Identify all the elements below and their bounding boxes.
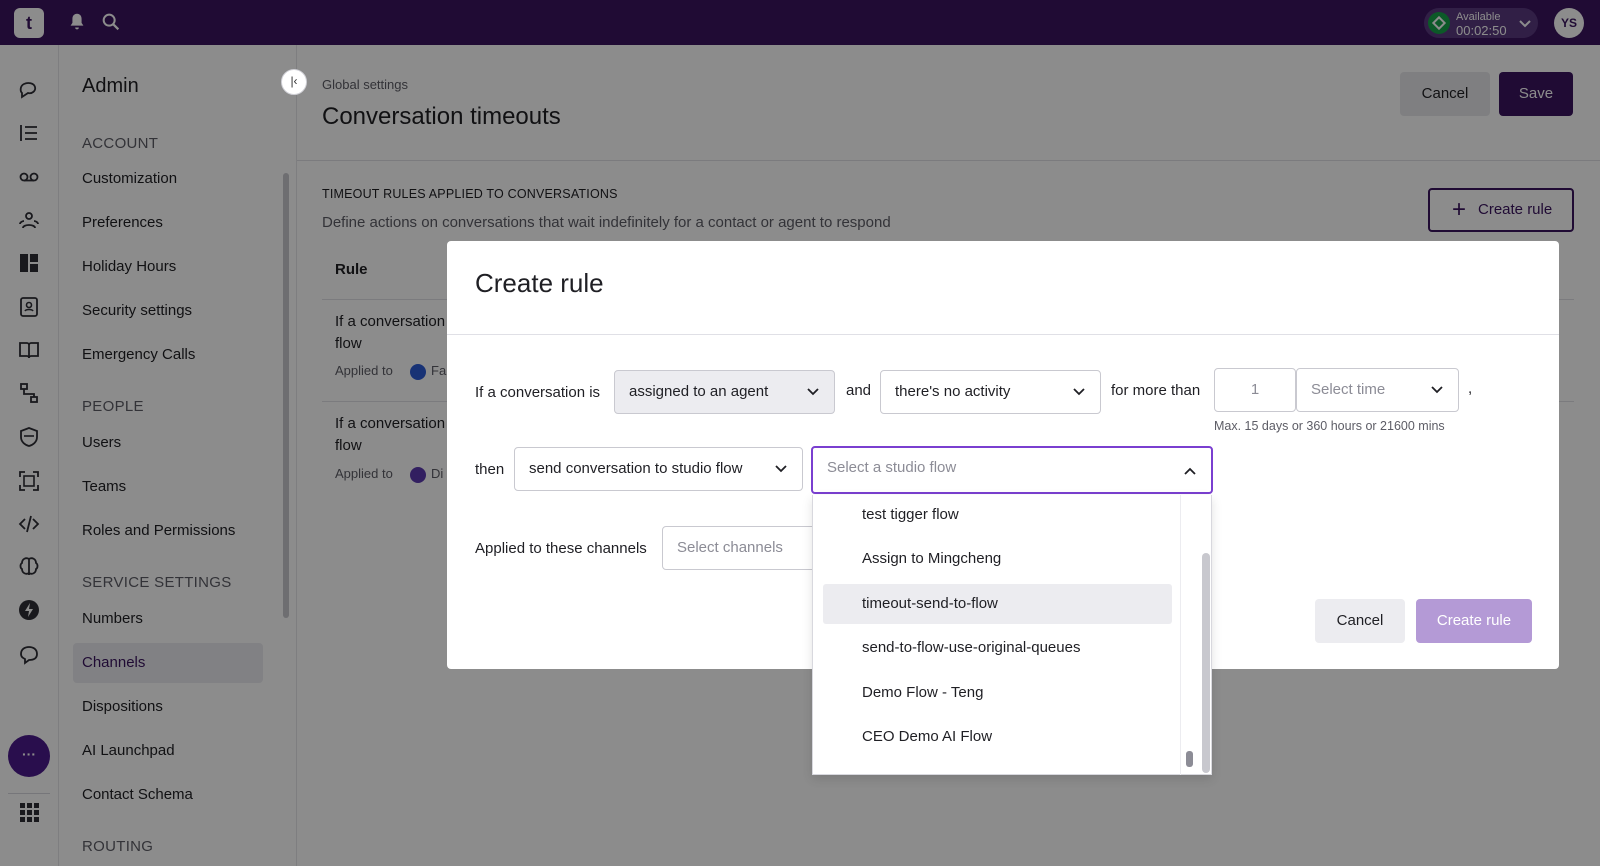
for-more-than-label: for more than bbox=[1111, 382, 1201, 399]
comma: , bbox=[1468, 380, 1473, 397]
if-conversation-label: If a conversation is bbox=[475, 384, 601, 401]
time-unit-select[interactable]: Select time bbox=[1296, 368, 1459, 412]
activity-value: there's no activity bbox=[895, 383, 1011, 400]
duration-placeholder: 1 bbox=[1250, 381, 1260, 398]
chevron-down-icon bbox=[1073, 388, 1085, 396]
modal-title: Create rule bbox=[475, 268, 604, 298]
and-label: and bbox=[846, 382, 872, 399]
studio-flow-dropdown: test tigger flow Assign to Mingcheng tim… bbox=[812, 495, 1212, 775]
chevron-down-icon bbox=[807, 388, 819, 396]
activity-select[interactable]: there's no activity bbox=[880, 370, 1101, 414]
studio-flow-placeholder: Select a studio flow bbox=[827, 459, 957, 476]
flow-option[interactable]: CEO Demo AI Flow bbox=[823, 717, 1172, 757]
dropdown-inner-scrollbar[interactable] bbox=[1186, 751, 1193, 767]
channels-label: Applied to these channels bbox=[475, 540, 647, 557]
modal-create-rule-button[interactable]: Create rule bbox=[1416, 599, 1532, 643]
assignment-select[interactable]: assigned to an agent bbox=[614, 370, 835, 414]
channels-placeholder: Select channels bbox=[677, 539, 783, 556]
dropdown-scrollbar[interactable] bbox=[1202, 553, 1210, 773]
chevron-down-icon bbox=[775, 465, 787, 473]
modal-divider bbox=[447, 334, 1559, 335]
dropdown-scroll-track bbox=[1180, 495, 1181, 775]
action-value: send conversation to studio flow bbox=[529, 460, 743, 477]
flow-option[interactable]: test tigger flow bbox=[823, 495, 1172, 535]
flow-option[interactable]: Assign to Mingcheng bbox=[823, 539, 1172, 579]
duration-hint: Max. 15 days or 360 hours or 21600 mins bbox=[1214, 419, 1445, 433]
time-unit-placeholder: Select time bbox=[1311, 381, 1386, 398]
modal-cancel-button[interactable]: Cancel bbox=[1315, 599, 1405, 643]
chevron-down-icon bbox=[1431, 386, 1443, 394]
action-select[interactable]: send conversation to studio flow bbox=[514, 447, 803, 491]
duration-input[interactable]: 1 bbox=[1214, 368, 1296, 412]
flow-option[interactable]: Demo Flow - Teng bbox=[823, 673, 1172, 713]
assignment-value: assigned to an agent bbox=[629, 383, 769, 400]
studio-flow-select[interactable]: Select a studio flow bbox=[811, 446, 1213, 494]
then-label: then bbox=[475, 461, 505, 478]
flow-option[interactable]: send-to-flow-use-original-queues bbox=[823, 628, 1172, 668]
flow-option-hovered[interactable]: timeout-send-to-flow bbox=[823, 584, 1172, 624]
chevron-up-icon bbox=[1184, 467, 1196, 475]
collapse-sidebar-button[interactable]: |‹ bbox=[281, 69, 307, 95]
